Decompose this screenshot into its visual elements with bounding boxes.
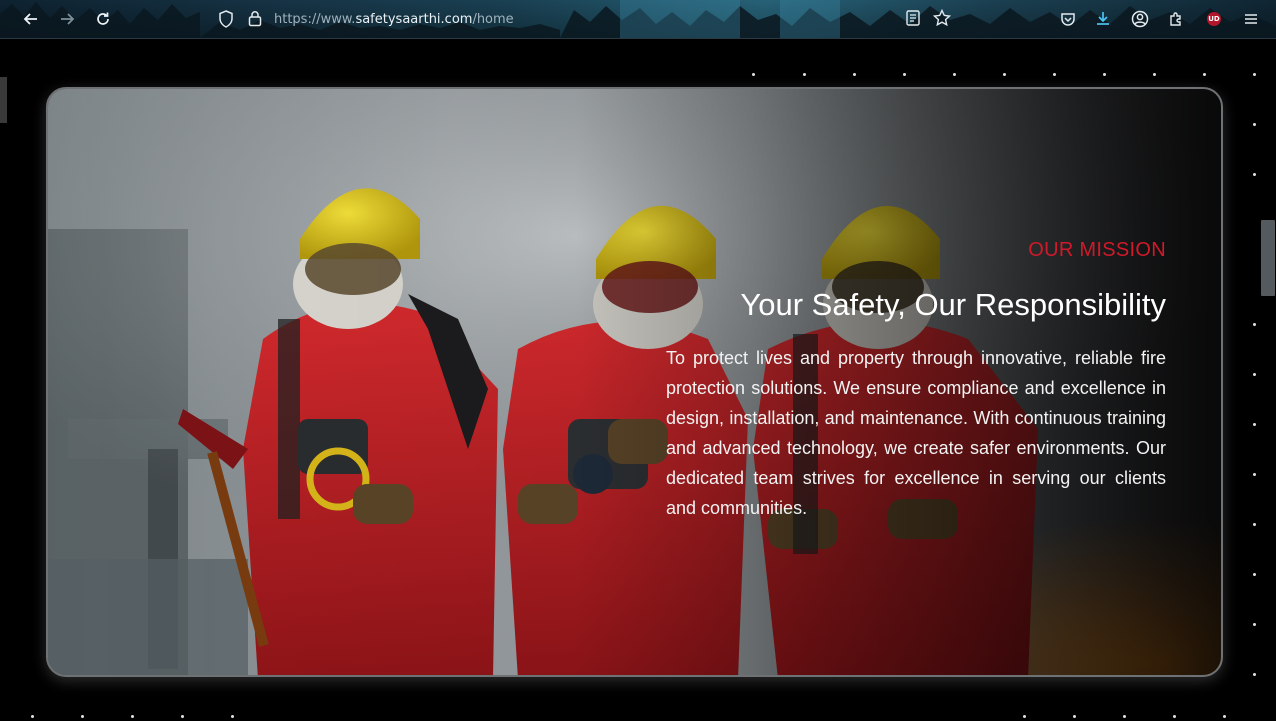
decor-dot xyxy=(1173,715,1176,718)
mission-hero-card: OUR MISSION Your Safety, Our Responsibil… xyxy=(46,87,1223,677)
page-scrollbar[interactable] xyxy=(1258,39,1276,721)
download-icon xyxy=(1097,12,1109,25)
browser-toolbar: https://www.safetysaarthi.com/home UD xyxy=(0,0,1276,39)
address-bar[interactable]: https://www.safetysaarthi.com/home xyxy=(212,4,972,34)
decor-dot xyxy=(752,73,755,76)
back-button[interactable] xyxy=(18,6,44,32)
decor-dot xyxy=(131,715,134,718)
url-host: safetysaarthi.com xyxy=(355,12,473,27)
decor-dot xyxy=(1253,423,1256,426)
menu-icon xyxy=(1245,14,1257,24)
decor-dot xyxy=(1153,73,1156,76)
extensions-icon xyxy=(1170,12,1181,26)
hero-headline: Your Safety, Our Responsibility xyxy=(740,287,1166,322)
decor-dot xyxy=(1123,715,1126,718)
account-icon xyxy=(1131,10,1149,28)
star-icon[interactable] xyxy=(932,8,952,32)
decor-dot xyxy=(1053,73,1056,76)
decor-dot xyxy=(903,73,906,76)
scrollbar-thumb[interactable] xyxy=(1261,220,1275,296)
decor-dot xyxy=(1003,73,1006,76)
decor-dot xyxy=(1253,573,1256,576)
mission-description: To protect lives and property through in… xyxy=(666,348,1166,518)
url-path: /home xyxy=(472,12,514,27)
decor-dot xyxy=(1203,73,1206,76)
forward-button[interactable] xyxy=(54,6,80,32)
decor-dot xyxy=(31,715,34,718)
forward-arrow-icon xyxy=(61,13,75,25)
decor-dot xyxy=(231,715,234,718)
url-prefix: https://www. xyxy=(274,12,356,27)
decor-dot xyxy=(1223,715,1226,718)
decor-dot xyxy=(1103,73,1106,76)
decor-dot xyxy=(81,715,84,718)
pocket-icon xyxy=(1061,13,1075,26)
lock-icon[interactable] xyxy=(248,10,262,32)
decor-dot xyxy=(853,73,856,76)
web-page: OUR MISSION Your Safety, Our Responsibil… xyxy=(7,39,1276,721)
decor-dot xyxy=(953,73,956,76)
left-edge-strip xyxy=(0,39,7,721)
shield-icon[interactable] xyxy=(218,10,234,33)
decor-dot xyxy=(1253,523,1256,526)
back-arrow-icon xyxy=(23,13,37,25)
decor-dot xyxy=(1253,123,1256,126)
decor-dot xyxy=(803,73,806,76)
decor-dot xyxy=(181,715,184,718)
reload-button[interactable] xyxy=(90,6,116,32)
decor-dot xyxy=(1073,715,1076,718)
url-text[interactable]: https://www.safetysaarthi.com/home xyxy=(274,12,514,27)
decor-dot xyxy=(1253,373,1256,376)
decor-dot xyxy=(1253,173,1256,176)
decor-dot xyxy=(1253,73,1256,76)
extensions-button[interactable] xyxy=(1163,6,1189,32)
app-menu-button[interactable] xyxy=(1238,6,1264,32)
decor-dot xyxy=(1253,323,1256,326)
ublock-icon: UD xyxy=(1207,12,1221,26)
downloads-button[interactable] xyxy=(1090,6,1116,32)
decor-dot xyxy=(1253,673,1256,676)
account-button[interactable] xyxy=(1127,6,1153,32)
decor-dot xyxy=(1023,715,1026,718)
reload-icon xyxy=(97,12,109,25)
decor-dot xyxy=(1253,473,1256,476)
browser-window: https://www.safetysaarthi.com/home UD OU… xyxy=(0,0,1276,721)
decor-dot xyxy=(1253,623,1256,626)
ublock-button[interactable]: UD xyxy=(1201,6,1227,32)
left-strip-tab xyxy=(0,77,7,123)
pocket-button[interactable] xyxy=(1055,6,1081,32)
reader-view-icon[interactable] xyxy=(906,10,920,31)
section-eyebrow: OUR MISSION xyxy=(1028,239,1166,261)
